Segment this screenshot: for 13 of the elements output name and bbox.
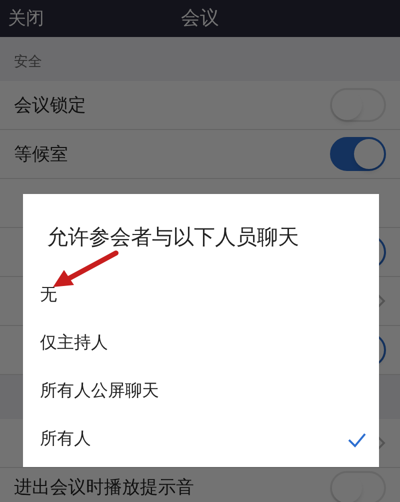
- close-button[interactable]: 关闭: [0, 5, 44, 32]
- section-label: 安全: [14, 53, 42, 72]
- row-label: 进出会议时播放提示音: [14, 476, 194, 500]
- row-label: 等候室: [14, 142, 68, 166]
- settings-row[interactable]: 进出会议时播放提示音: [0, 468, 400, 502]
- settings-row[interactable]: 会议锁定: [0, 81, 400, 130]
- chevron-icon: [376, 435, 386, 451]
- dialog-title: 允许参会者与以下人员聊天: [47, 225, 299, 249]
- screen-title: 会议: [181, 6, 219, 32]
- chevron-icon: [376, 293, 386, 309]
- settings-row[interactable]: 等候室: [0, 130, 400, 179]
- toggle-switch[interactable]: [330, 137, 386, 171]
- row-label: 会议锁定: [14, 94, 86, 118]
